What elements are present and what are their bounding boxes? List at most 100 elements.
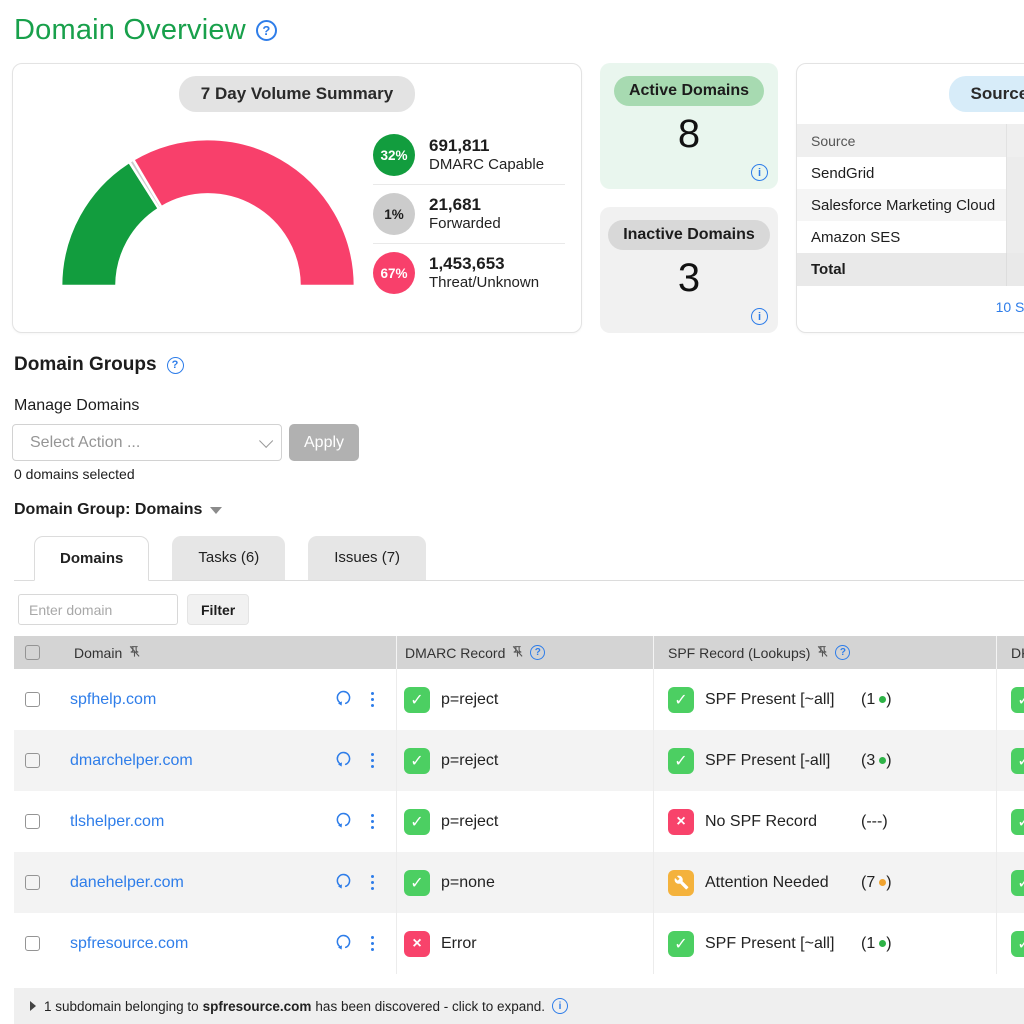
lookup-dot (879, 879, 886, 886)
source-table-header: Source (797, 124, 1024, 157)
domain-column-header: Domain (56, 636, 397, 669)
tab-issues[interactable]: Issues (7) (308, 536, 426, 580)
domain-groups-heading: Domain Groups (14, 354, 157, 376)
dkim-column-header: DKIM Record (997, 636, 1024, 669)
spf-lookups: (7) (861, 874, 892, 892)
expand-caret-icon (30, 1001, 36, 1011)
kebab-menu-icon[interactable] (369, 690, 376, 709)
top-cards-row: 7 Day Volume Summary 32%691,811DMARC Cap… (12, 63, 1024, 333)
spf-cell: Attention Needed (7) (654, 852, 997, 913)
tab-bar: Domains Tasks (6) Issues (7) (34, 536, 1024, 580)
refresh-icon[interactable] (335, 933, 352, 955)
row-checkbox[interactable] (25, 753, 40, 768)
spf-status-text: No SPF Record (705, 813, 817, 831)
kebab-menu-icon[interactable] (369, 873, 376, 892)
domains-table: Domain DMARC Record ? SPF Record (Lookup… (14, 636, 1024, 974)
active-domains-count: 8 (600, 112, 778, 157)
refresh-icon[interactable] (335, 750, 352, 772)
source-row: Amazon SES (797, 221, 1024, 253)
legend-label: DMARC Capable (429, 156, 544, 175)
attention-icon-spf (668, 870, 694, 896)
legend-percent-badge: 67% (373, 252, 415, 294)
source-row: Salesforce Marketing Cloud (797, 189, 1024, 221)
source-table-body: SendGridSalesforce Marketing CloudAmazon… (797, 157, 1024, 253)
check-icon-dmarc: ✓ (404, 687, 430, 713)
manage-action-row: Select Action ... Apply (12, 424, 1024, 461)
active-domains-label: Active Domains (614, 76, 764, 106)
tab-domains[interactable]: Domains (34, 536, 149, 581)
row-checkbox[interactable] (25, 875, 40, 890)
dkim-cell: ✓ (997, 791, 1024, 852)
domain-link[interactable]: spfresource.com (70, 935, 188, 953)
refresh-icon[interactable] (335, 872, 352, 894)
select-all-checkbox[interactable] (25, 645, 40, 660)
sources-link[interactable]: 10 Sources (797, 299, 1024, 315)
spf-status-text: SPF Present [~all] (705, 691, 834, 709)
refresh-icon[interactable] (335, 689, 352, 711)
spf-status-text: Attention Needed (705, 874, 829, 892)
source-total-row: Total (797, 253, 1024, 286)
table-row: tlshelper.com✓p=reject×No SPF Record(---… (14, 791, 1024, 852)
source-table: Source SendGridSalesforce Marketing Clou… (797, 124, 1024, 286)
legend-label: Forwarded (429, 215, 501, 234)
row-checkbox[interactable] (25, 814, 40, 829)
check-icon-dmarc: ✓ (404, 870, 430, 896)
cross-icon-spf: × (668, 809, 694, 835)
domain-link[interactable]: tlshelper.com (70, 813, 164, 831)
pin-icon[interactable] (816, 645, 829, 661)
refresh-icon[interactable] (335, 811, 352, 833)
legend-value: 21,681 (429, 194, 501, 215)
dmarc-status-text: p=reject (441, 752, 498, 770)
check-icon-dkim: ✓ (1011, 809, 1024, 835)
help-icon[interactable]: ? (167, 357, 184, 374)
pin-icon[interactable] (128, 645, 141, 661)
chevron-down-icon (259, 433, 273, 447)
domain-link[interactable]: spfhelp.com (70, 691, 156, 709)
info-icon[interactable]: i (552, 998, 568, 1014)
source-counts-title: Source Counts (949, 76, 1024, 112)
help-icon[interactable]: ? (530, 645, 545, 660)
dmarc-cell: ✓p=none (397, 852, 654, 913)
caret-down-icon (210, 507, 222, 514)
spf-cell: ×No SPF Record(---) (654, 791, 997, 852)
tab-tasks[interactable]: Tasks (6) (172, 536, 285, 580)
kebab-menu-icon[interactable] (369, 812, 376, 831)
table-row: spfhelp.com✓p=reject✓SPF Present [~all](… (14, 669, 1024, 730)
action-select[interactable]: Select Action ... (12, 424, 282, 461)
source-name: SendGrid (797, 157, 1007, 189)
row-checkbox[interactable] (25, 692, 40, 707)
check-icon-spf: ✓ (668, 748, 694, 774)
subdomain-note[interactable]: 1 subdomain belonging to spfresource.com… (14, 988, 1024, 1024)
filter-row: Filter (14, 581, 1024, 636)
info-icon[interactable]: i (751, 164, 768, 181)
help-icon[interactable]: ? (256, 20, 277, 41)
domain-link[interactable]: dmarchelper.com (70, 752, 193, 770)
manage-domains-label: Manage Domains (14, 397, 1024, 415)
help-icon[interactable]: ? (835, 645, 850, 660)
lookup-dot (879, 696, 886, 703)
inactive-domains-card: Inactive Domains 3 i (600, 207, 778, 333)
row-checkbox[interactable] (25, 936, 40, 951)
kebab-menu-icon[interactable] (369, 934, 376, 953)
domain-group-label: Domain Group: Domains (14, 501, 202, 519)
spf-cell: ✓SPF Present [~all](1) (654, 669, 997, 730)
check-icon-dmarc: ✓ (404, 748, 430, 774)
table-row: spfresource.com×Error✓SPF Present [~all]… (14, 913, 1024, 974)
kebab-menu-icon[interactable] (369, 751, 376, 770)
domain-link[interactable]: danehelper.com (70, 874, 184, 892)
check-icon-dkim: ✓ (1011, 870, 1024, 896)
domain-groups-header: Domain Groups ? (14, 354, 1024, 376)
lookup-dot (879, 940, 886, 947)
pin-icon[interactable] (511, 645, 524, 661)
domain-filter-input[interactable] (18, 594, 178, 625)
domain-group-selector[interactable]: Domain Group: Domains (14, 501, 1024, 519)
volume-summary-title: 7 Day Volume Summary (179, 76, 415, 112)
info-icon[interactable]: i (751, 308, 768, 325)
volume-gauge (47, 126, 369, 294)
legend-item: 1%21,681Forwarded (373, 184, 565, 243)
subdomain-note-domain: spfresource.com (203, 999, 312, 1014)
gauge-segment (133, 139, 355, 286)
apply-button[interactable]: Apply (289, 424, 359, 461)
filter-button[interactable]: Filter (187, 594, 249, 625)
dmarc-column-header: DMARC Record ? (397, 636, 654, 669)
